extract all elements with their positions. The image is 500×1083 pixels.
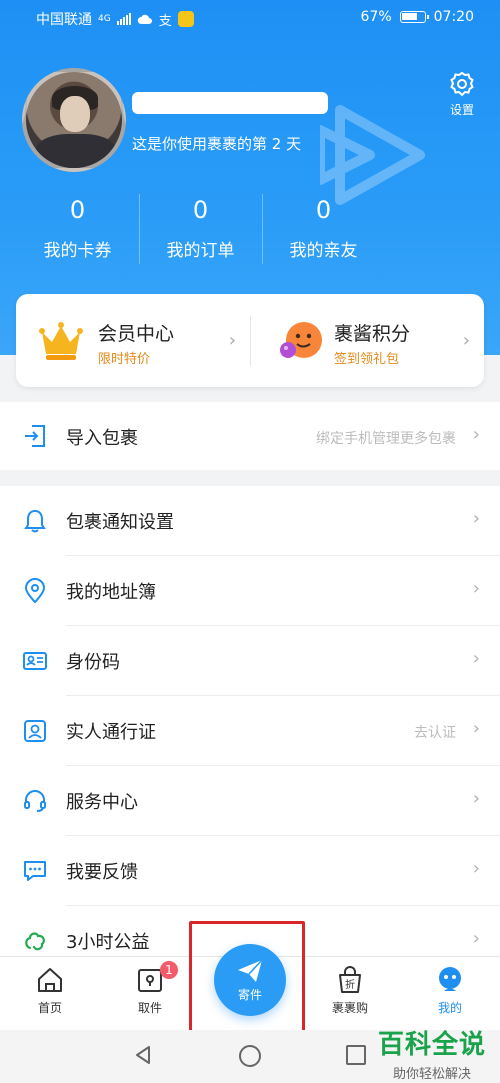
watermark-logo: 百科全说 助你轻松解决 bbox=[378, 1024, 486, 1082]
carrier-label: 中国联通 bbox=[36, 12, 92, 28]
stat-family[interactable]: 0 我的亲友 bbox=[262, 192, 385, 270]
menu-item-feedback[interactable]: 我要反馈 › bbox=[0, 836, 500, 906]
tab-shop-label: 裹裹购 bbox=[331, 1001, 368, 1015]
chevron-right-icon: › bbox=[462, 330, 470, 351]
chevron-right-icon: › bbox=[472, 928, 480, 949]
tab-home[interactable]: 首页 bbox=[20, 965, 80, 1016]
stat-label: 我的卡券 bbox=[43, 241, 112, 261]
back-icon[interactable] bbox=[132, 1044, 154, 1066]
status-bar: 中国联通 4G 支 67% 07:20 bbox=[0, 0, 500, 34]
recent-apps-icon[interactable] bbox=[345, 1044, 367, 1066]
import-label: 导入包裹 bbox=[66, 428, 138, 449]
chevron-right-icon: › bbox=[472, 508, 480, 529]
menu-item-label: 我要反馈 bbox=[66, 862, 138, 883]
tab-mine[interactable]: 我的 bbox=[420, 965, 480, 1016]
chevron-right-icon: › bbox=[472, 858, 480, 879]
mascot-icon bbox=[280, 322, 322, 358]
usage-days-text: 这是你使用裹裹的第 2 天 bbox=[132, 135, 302, 153]
feedback-icon bbox=[24, 861, 46, 881]
bell-icon bbox=[24, 509, 46, 533]
alipay-icon: 支 bbox=[158, 13, 172, 29]
settings-button[interactable]: 设置 bbox=[442, 70, 482, 118]
chevron-right-icon: › bbox=[472, 718, 480, 739]
menu-item-label: 包裹通知设置 bbox=[66, 512, 174, 533]
menu-item-label: 3小时公益 bbox=[66, 932, 150, 953]
watermark-subtitle: 助你轻松解决 bbox=[392, 1067, 471, 1082]
location-icon bbox=[24, 578, 46, 604]
shopping-bag-icon: 折 bbox=[339, 966, 361, 993]
menu-item-address-book[interactable]: 我的地址簿 › bbox=[0, 556, 500, 626]
crown-icon bbox=[39, 322, 83, 360]
stat-label: 我的订单 bbox=[166, 241, 235, 261]
person-badge-icon bbox=[24, 720, 46, 742]
menu-item-label: 服务中心 bbox=[66, 792, 138, 813]
menu-item-label: 我的地址簿 bbox=[66, 582, 156, 603]
stat-label: 我的亲友 bbox=[289, 241, 358, 261]
chevron-right-icon: › bbox=[472, 648, 480, 669]
tab-mine-label: 我的 bbox=[437, 1001, 462, 1015]
member-center-entry[interactable]: 会员中心 限时特价 › bbox=[16, 294, 250, 387]
tab-shop[interactable]: 折 裹裹购 bbox=[320, 965, 380, 1016]
chevron-right-icon: › bbox=[228, 330, 236, 351]
verify-hint: 去认证 bbox=[414, 725, 456, 741]
chevron-right-icon: › bbox=[472, 788, 480, 809]
stat-orders[interactable]: 0 我的订单 bbox=[139, 192, 262, 270]
points-title: 裹酱积分 bbox=[334, 323, 411, 345]
headset-icon bbox=[24, 790, 46, 812]
cloud-icon bbox=[137, 14, 152, 24]
watermark-title: 百科全说 bbox=[377, 1030, 486, 1060]
tab-pickup[interactable]: 取件 1 bbox=[120, 961, 180, 1016]
stat-value: 0 bbox=[69, 196, 86, 224]
stat-coupons[interactable]: 0 我的卡券 bbox=[16, 192, 139, 270]
battery-icon bbox=[399, 11, 429, 23]
home-icon bbox=[38, 968, 62, 992]
mascot-profile-icon bbox=[439, 967, 461, 991]
stat-value: 0 bbox=[192, 196, 209, 224]
home-nav-icon[interactable] bbox=[238, 1044, 262, 1068]
member-center-title: 会员中心 bbox=[98, 323, 175, 345]
member-card: 会员中心 限时特价 › 裹酱积分 签到领礼包 › bbox=[16, 294, 484, 387]
pickup-badge: 1 bbox=[160, 961, 178, 979]
app-notify-icon bbox=[177, 11, 194, 27]
battery-percent: 67% bbox=[360, 9, 392, 25]
menu-item-notification[interactable]: 包裹通知设置 › bbox=[0, 486, 500, 556]
svg-text:折: 折 bbox=[345, 978, 355, 991]
menu-item-label: 实人通行证 bbox=[66, 722, 156, 743]
settings-label: 设置 bbox=[449, 103, 474, 117]
points-entry[interactable]: 裹酱积分 签到领礼包 › bbox=[250, 294, 484, 387]
signal-icon bbox=[116, 13, 131, 25]
stat-value: 0 bbox=[315, 196, 332, 224]
avatar[interactable] bbox=[22, 68, 126, 172]
menu-item-real-person-pass[interactable]: 实人通行证 去认证 › bbox=[0, 696, 500, 766]
tab-home-label: 首页 bbox=[37, 1001, 62, 1015]
highlight-annotation bbox=[189, 921, 305, 1033]
tab-pickup-label: 取件 bbox=[137, 1001, 162, 1015]
charity-icon bbox=[25, 932, 45, 951]
menu-item-label: 身份码 bbox=[66, 652, 120, 673]
menu-item-id-code[interactable]: 身份码 › bbox=[0, 626, 500, 696]
network-label: 4G bbox=[98, 14, 111, 24]
clock: 07:20 bbox=[433, 9, 474, 25]
import-icon bbox=[25, 425, 45, 447]
chevron-right-icon: › bbox=[472, 578, 480, 599]
username-redacted[interactable] bbox=[132, 92, 328, 114]
id-card-icon bbox=[23, 652, 47, 670]
points-subtitle: 签到领礼包 bbox=[334, 352, 400, 367]
chevron-right-icon: › bbox=[472, 424, 480, 445]
import-package-row[interactable]: 导入包裹 绑定手机管理更多包裹 › bbox=[0, 402, 500, 470]
stats-row: 0 我的卡券 0 我的订单 0 我的亲友 bbox=[16, 192, 386, 270]
menu-item-service-center[interactable]: 服务中心 › bbox=[0, 766, 500, 836]
settings-menu: 包裹通知设置 › 我的地址簿 › 身份码 › 实人通行证 去认证 › 服务中心 … bbox=[0, 486, 500, 966]
import-hint: 绑定手机管理更多包裹 bbox=[316, 431, 456, 447]
member-center-subtitle: 限时特价 bbox=[98, 352, 151, 367]
gear-icon bbox=[450, 71, 474, 97]
